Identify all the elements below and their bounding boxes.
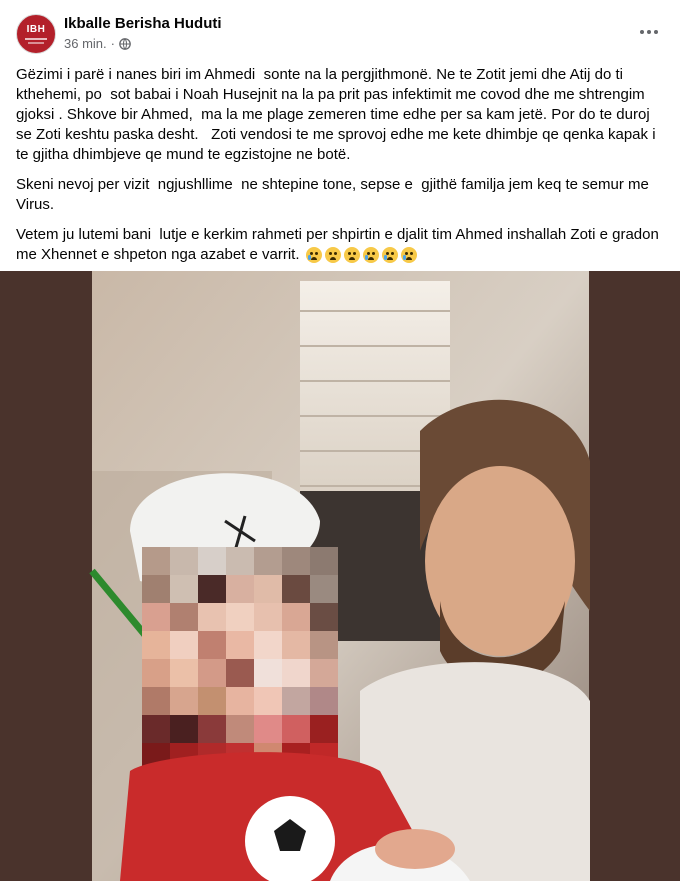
sad-face-icon bbox=[343, 247, 360, 264]
post-timestamp[interactable]: 36 min. bbox=[64, 36, 107, 51]
crying-face-icon bbox=[381, 247, 398, 264]
sad-face-icon bbox=[324, 247, 341, 264]
author-name[interactable]: Ikballe Berisha Huduti bbox=[64, 15, 222, 32]
post-paragraph: Vetem ju lutemi bani lutje e kerkim rahm… bbox=[16, 225, 664, 265]
avatar-decoration bbox=[25, 37, 47, 40]
post-paragraph: Skeni nevoj per vizit ngjushllime ne sht… bbox=[16, 176, 653, 213]
crying-face-icon bbox=[362, 247, 379, 264]
post-paragraph: Gëzimi i parë i nanes biri im Ahmedi son… bbox=[16, 66, 660, 163]
meta-separator: · bbox=[110, 36, 115, 51]
facebook-post: IBH Ikballe Berisha Huduti 36 min. · Gëz… bbox=[0, 0, 680, 881]
crying-face-icon bbox=[305, 247, 322, 264]
photo-image bbox=[0, 271, 680, 881]
author-avatar[interactable]: IBH bbox=[16, 14, 56, 54]
emoji-row bbox=[305, 247, 417, 264]
avatar-monogram: IBH bbox=[26, 23, 46, 35]
post-photo[interactable] bbox=[0, 271, 680, 881]
globe-icon[interactable] bbox=[119, 37, 131, 50]
avatar-decoration bbox=[28, 41, 44, 44]
crying-face-icon bbox=[400, 247, 417, 264]
more-options-icon[interactable] bbox=[634, 20, 664, 44]
post-header: IBH Ikballe Berisha Huduti 36 min. · bbox=[16, 12, 664, 56]
post-body: Gëzimi i parë i nanes biri im Ahmedi son… bbox=[16, 65, 664, 275]
pixelated-face bbox=[142, 547, 338, 771]
post-meta: 36 min. · bbox=[64, 36, 131, 51]
